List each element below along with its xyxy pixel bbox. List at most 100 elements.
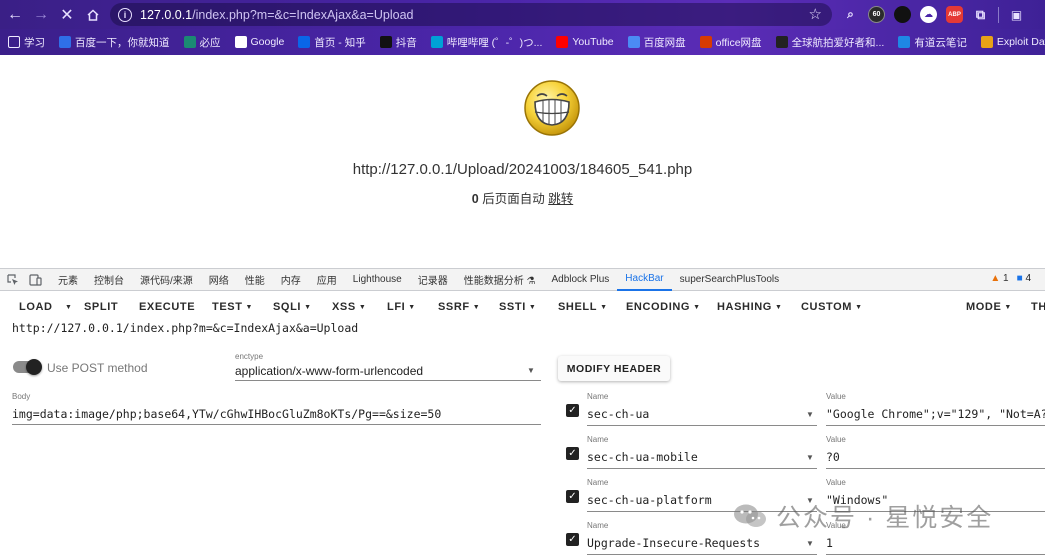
bookmark-item[interactable]: 百度网盘	[627, 35, 686, 50]
bookmark-item[interactable]: 首页 - 知乎	[298, 35, 366, 50]
header-name-chevron-down-icon[interactable]: ▼	[806, 410, 814, 419]
header-name-underline	[587, 468, 817, 469]
bookmark-label: 百度一下，你就知道	[75, 36, 170, 49]
bookmark-item[interactable]: 抖音	[379, 35, 417, 50]
custom-menu[interactable]: CUSTOM ▼	[801, 301, 863, 313]
inspect-element-icon[interactable]	[6, 273, 20, 287]
bookmark-label: 学习	[24, 36, 45, 49]
devtools-tab[interactable]: 元素	[50, 269, 86, 291]
ssrf-menu[interactable]: SSRF ▼	[438, 301, 480, 313]
devtools-tab[interactable]: 记录器	[410, 269, 456, 291]
warnings-count[interactable]: ▲ 1	[990, 273, 1008, 284]
bookmark-item[interactable]: 有道云笔记	[898, 35, 967, 50]
modify-header-button[interactable]: MODIFY HEADER	[558, 356, 670, 381]
bookmark-item[interactable]: Exploit Database -...	[980, 36, 1045, 48]
header-enable-checkbox[interactable]: ✓	[566, 533, 579, 546]
use-post-toggle[interactable]	[13, 359, 42, 375]
adblock-plus-icon[interactable]: ABP	[946, 6, 963, 23]
sqli-menu[interactable]: SQLI ▼	[273, 301, 312, 313]
header-name-chevron-down-icon[interactable]: ▼	[806, 539, 814, 548]
youdao-icon	[898, 36, 911, 48]
youtube-icon	[556, 36, 569, 48]
enctype-chevron-down-icon[interactable]: ▼	[527, 366, 535, 375]
extension-badge-icon[interactable]: 60	[868, 6, 885, 23]
redirect-link[interactable]: 跳转	[548, 192, 573, 206]
header-value-underline	[826, 554, 1045, 555]
enctype-select[interactable]: application/x-www-form-urlencoded	[235, 364, 423, 378]
toggle-knob	[26, 359, 42, 375]
body-input[interactable]: img=data:image/php;base64,YTw/cGhwIHBocG…	[12, 407, 441, 421]
header-enable-checkbox[interactable]: ✓	[566, 490, 579, 503]
bookmark-item[interactable]: 学习	[8, 35, 45, 50]
home-icon[interactable]	[80, 2, 106, 28]
bookmark-item[interactable]: office网盘	[699, 35, 762, 50]
header-enable-checkbox[interactable]: ✓	[566, 404, 579, 417]
header-name-underline	[587, 425, 817, 426]
forward-arrow-icon[interactable]: →	[28, 2, 54, 28]
extensions-puzzle-icon[interactable]: ⧉	[972, 6, 989, 23]
devtools-tab[interactable]: 网络	[201, 269, 237, 291]
header-name-input[interactable]: sec-ch-ua	[587, 407, 649, 421]
header-name-underline	[587, 554, 817, 555]
messages-count[interactable]: ■ 4	[1017, 273, 1031, 284]
devtools-tab[interactable]: 性能数据分析 ⚗	[456, 269, 544, 291]
load-button[interactable]: LOAD	[19, 301, 53, 313]
bookmark-star-icon[interactable]: ☆	[809, 5, 822, 23]
exploitdb-icon	[980, 36, 993, 48]
lfi-menu[interactable]: LFI ▼	[387, 301, 416, 313]
devtools-tab[interactable]: HackBar	[617, 269, 672, 291]
bookmark-item[interactable]: 必应	[183, 35, 221, 50]
header-enable-checkbox[interactable]: ✓	[566, 447, 579, 460]
header-value-input[interactable]: 1	[826, 536, 1045, 550]
devtools-tab[interactable]: Lighthouse	[345, 269, 410, 291]
execute-button[interactable]: EXECUTE	[139, 301, 195, 313]
warning-icon: ▲	[990, 273, 1001, 284]
header-name-input[interactable]: Upgrade-Insecure-Requests	[587, 536, 760, 550]
ssti-menu[interactable]: SSTI ▼	[499, 301, 536, 313]
mode-menu[interactable]: MODE ▼	[966, 301, 1012, 313]
header-name-input[interactable]: sec-ch-ua-platform	[587, 493, 712, 507]
shell-menu[interactable]: SHELL ▼	[558, 301, 608, 313]
stop-loading-icon[interactable]: ✕	[54, 2, 80, 28]
test-menu[interactable]: TEST ▼	[212, 301, 253, 313]
site-info-icon[interactable]: i	[118, 7, 132, 22]
search-icon[interactable]: ⌕	[842, 6, 859, 23]
side-panel-icon[interactable]: ▣	[1008, 6, 1025, 23]
bookmark-label: 首页 - 知乎	[314, 36, 366, 49]
header-name-input[interactable]: sec-ch-ua-mobile	[587, 450, 698, 464]
encoding-menu[interactable]: ENCODING ▼	[626, 301, 701, 313]
devtools-tab[interactable]: Adblock Plus	[543, 269, 617, 291]
back-arrow-icon[interactable]: ←	[2, 2, 28, 28]
split-button[interactable]: SPLIT	[84, 301, 118, 313]
aerial-icon	[775, 36, 788, 48]
douyin-icon	[379, 36, 392, 48]
address-bar[interactable]: i 127.0.0.1/index.php?m=&c=IndexAjax&a=U…	[110, 3, 832, 26]
devtools-tab[interactable]: 性能	[237, 269, 273, 291]
header-value-input[interactable]: "Google Chrome";v="129", "Not=A?	[826, 407, 1045, 421]
header-value-label: Value	[826, 478, 846, 487]
devtools-tab[interactable]: 应用	[309, 269, 345, 291]
devtools-tab[interactable]: 内存	[273, 269, 309, 291]
bookmark-item[interactable]: 百度一下，你就知道	[59, 35, 170, 50]
devtools-tab[interactable]: 控制台	[86, 269, 132, 291]
device-toolbar-icon[interactable]	[28, 273, 42, 287]
hashing-menu[interactable]: HASHING ▼	[717, 301, 782, 313]
devtools-tab[interactable]: superSearchPlusTools	[672, 269, 788, 291]
bookmark-item[interactable]: 哔哩哔哩 (゜-゜)つ...	[430, 35, 542, 50]
hackbar-url-input[interactable]: http://127.0.0.1/index.php?m=&c=IndexAja…	[12, 321, 1045, 335]
extension-dark-icon[interactable]	[894, 6, 911, 23]
bookmark-item[interactable]: YouTube	[556, 36, 614, 48]
header-name-chevron-down-icon[interactable]: ▼	[806, 453, 814, 462]
enctype-label: enctype	[235, 352, 264, 361]
extension-cloud-icon[interactable]: ☁	[920, 6, 937, 23]
header-value-input[interactable]: ?0	[826, 450, 1045, 464]
bookmark-label: 有道云笔记	[914, 36, 967, 49]
bookmark-item[interactable]: 全球航拍爱好者和...	[775, 35, 884, 50]
devtools-status: ▲ 1 ■ 4	[990, 273, 1031, 284]
theme-menu[interactable]: TH	[1031, 301, 1045, 313]
devtools-tab[interactable]: 源代码/来源	[132, 269, 201, 291]
load-menu-caret[interactable]: ▼	[62, 301, 73, 313]
xss-menu[interactable]: XSS ▼	[332, 301, 366, 313]
bookmark-item[interactable]: Google	[234, 36, 284, 48]
header-name-label: Name	[587, 521, 609, 530]
